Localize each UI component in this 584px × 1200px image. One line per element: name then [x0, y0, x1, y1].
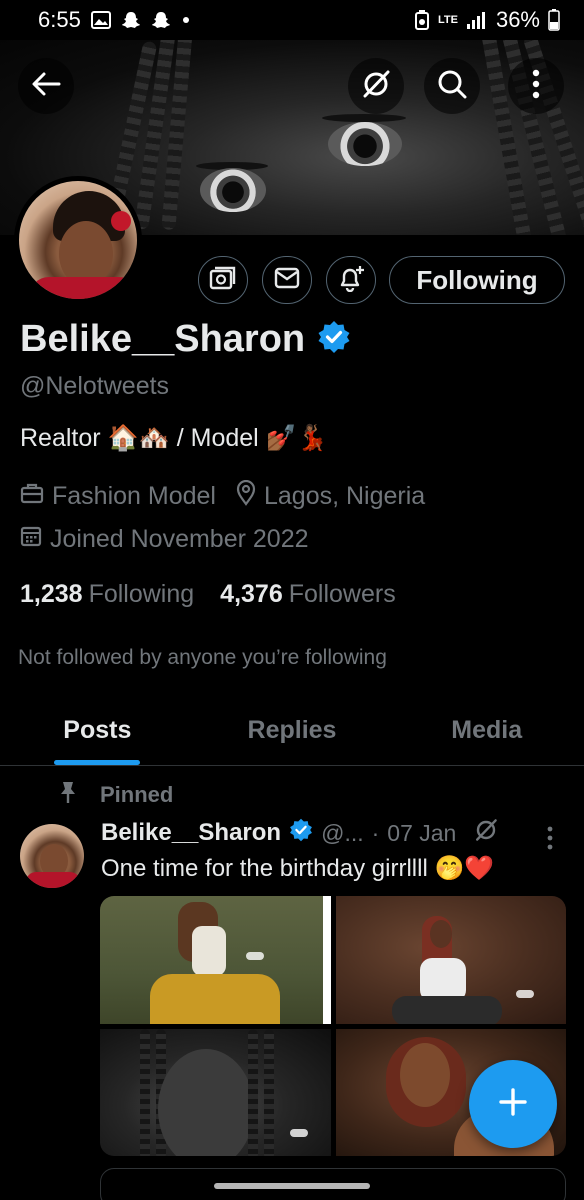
- post-header: Belike__Sharon @... · 07 Jan: [101, 818, 498, 848]
- joined-item: Joined November 2022: [20, 525, 309, 554]
- recycle-icon: [414, 10, 430, 30]
- following-label: Following: [88, 580, 195, 608]
- search-button[interactable]: [424, 58, 480, 114]
- following-button[interactable]: Following: [389, 256, 565, 304]
- briefcase-icon: [20, 482, 44, 511]
- pinned-label: Pinned: [100, 782, 174, 807]
- post-author-avatar[interactable]: [20, 824, 84, 888]
- compose-button[interactable]: [469, 1060, 557, 1148]
- pinned-indicator: Pinned: [58, 780, 173, 810]
- battery-icon: [548, 9, 560, 31]
- home-indicator[interactable]: [214, 1183, 370, 1189]
- profile-avatar[interactable]: [14, 176, 142, 304]
- followers-count-link[interactable]: 4,376 Followers: [220, 580, 396, 609]
- post-date[interactable]: 07 Jan: [387, 820, 456, 847]
- gallery-icon: [90, 11, 111, 29]
- dot-icon: [181, 15, 191, 25]
- location-pin-icon: [236, 479, 256, 513]
- follow-counts: 1,238 Following 4,376 Followers: [20, 580, 396, 609]
- post-photo[interactable]: [100, 896, 331, 1024]
- post-author-handle: @...: [321, 819, 364, 846]
- grok-icon[interactable]: [474, 818, 498, 848]
- calendar-icon: [20, 525, 42, 554]
- search-icon: [437, 69, 467, 104]
- post-separator: ·: [371, 819, 380, 846]
- signal-icon: [466, 10, 488, 30]
- grok-icon: [361, 69, 391, 104]
- back-button[interactable]: [18, 58, 74, 114]
- snapchat-icon: [121, 10, 141, 30]
- profile-joined: Joined November 2022: [50, 525, 309, 553]
- plus-icon: [498, 1087, 528, 1122]
- not-followed-notice: Not followed by anyone you’re following: [18, 646, 387, 669]
- verified-badge-icon[interactable]: [317, 320, 351, 359]
- profile-meta: Fashion Model Lagos, Nigeria: [20, 479, 445, 513]
- tab-replies[interactable]: Replies: [195, 696, 390, 765]
- post-author-name[interactable]: Belike__Sharon: [101, 819, 281, 847]
- more-button[interactable]: [508, 58, 564, 114]
- profile-name: Belike__Sharon: [20, 318, 306, 360]
- subscribe-icon: [209, 265, 237, 296]
- snapchat-icon: [151, 10, 171, 30]
- joined-row: Joined November 2022: [20, 525, 329, 554]
- notifications-button[interactable]: [326, 256, 376, 304]
- followers-label: Followers: [288, 580, 396, 608]
- profile-tabs: Posts Replies Media: [0, 696, 584, 766]
- message-button[interactable]: [262, 256, 312, 304]
- category-item: Fashion Model: [20, 482, 216, 511]
- post-text: One time for the birthday girrllll 🤭❤️: [101, 855, 495, 882]
- location-item: Lagos, Nigeria: [236, 479, 426, 513]
- status-bar: 6:55 LTE 36%: [0, 0, 584, 40]
- profile-handle: @Nelotweets: [20, 372, 170, 400]
- notifications-add-icon: [337, 264, 365, 297]
- following-count-link[interactable]: 1,238 Following: [20, 580, 194, 609]
- subscribe-button[interactable]: [198, 256, 248, 304]
- pin-icon: [58, 780, 78, 810]
- post-photo[interactable]: [100, 1028, 331, 1156]
- profile-category: Fashion Model: [52, 482, 216, 510]
- verified-badge-icon: [289, 818, 313, 848]
- post-more-button[interactable]: [546, 826, 554, 855]
- status-time: 6:55: [38, 7, 81, 32]
- followers-count: 4,376: [220, 580, 283, 608]
- more-vertical-icon: [546, 826, 554, 854]
- profile-bio: Realtor 🏠🏘️ / Model 💅🏾💃🏾: [20, 424, 328, 452]
- network-label: LTE: [437, 13, 458, 26]
- back-arrow-icon: [31, 71, 61, 102]
- following-count: 1,238: [20, 580, 83, 608]
- profile-location: Lagos, Nigeria: [263, 482, 426, 510]
- post-photo[interactable]: [335, 896, 566, 1024]
- grok-button[interactable]: [348, 58, 404, 114]
- more-vertical-icon: [532, 69, 540, 104]
- tab-media[interactable]: Media: [389, 696, 584, 765]
- battery-percent: 36%: [495, 7, 540, 32]
- profile-name-row: Belike__Sharon: [20, 318, 351, 361]
- message-icon: [274, 267, 300, 294]
- tab-posts[interactable]: Posts: [0, 696, 195, 765]
